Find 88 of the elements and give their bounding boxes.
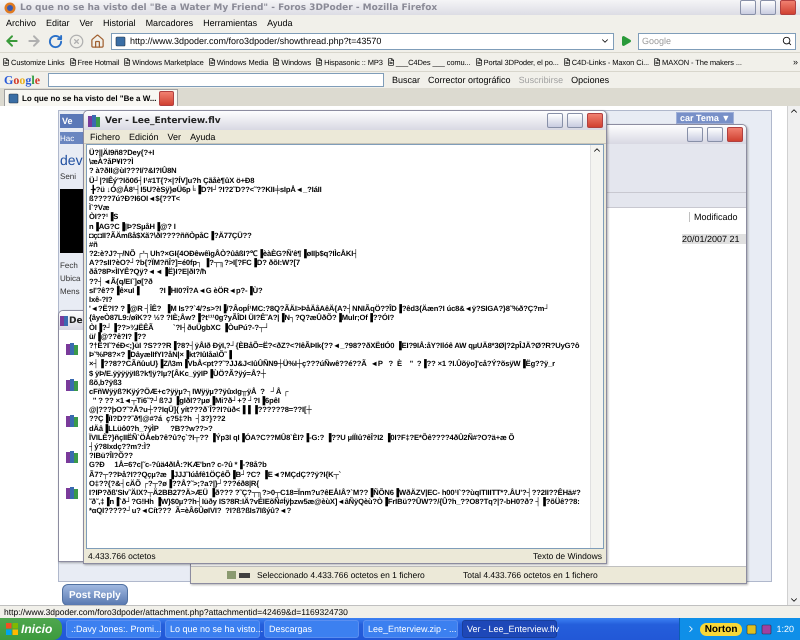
- user-title: Seni: [60, 172, 78, 181]
- archive-maximize-button[interactable]: [707, 127, 723, 142]
- column-header[interactable]: Modificado: [689, 212, 746, 222]
- taskbar-button[interactable]: Lee_Enterview.zip - ...: [363, 620, 458, 638]
- tray-icon: [761, 624, 772, 634]
- toolbar-button[interactable]: Opciones: [571, 75, 610, 85]
- forum-header: Ve: [60, 114, 84, 128]
- page-icon: [123, 58, 132, 66]
- books-icon: [87, 114, 101, 128]
- viewer-minimize-button[interactable]: [547, 113, 563, 128]
- norton-badge[interactable]: Norton: [700, 622, 742, 636]
- taskbar-button[interactable]: Lo que no se ha visto...: [165, 620, 260, 638]
- page-icon: [386, 58, 395, 66]
- status-text: Seleccionado 4.433.766 octetos en 1 fichero: [257, 570, 426, 580]
- browser-minimize-button[interactable]: [740, 0, 756, 15]
- taskbar-button[interactable]: .:Davy Jones:. Promi...: [66, 620, 161, 638]
- page-icon: [315, 58, 324, 66]
- globe-icon: [4, 2, 16, 14]
- menu-item[interactable]: Ver: [80, 18, 94, 28]
- google-search-field[interactable]: [48, 73, 384, 87]
- archive-minimize-button[interactable]: [687, 127, 703, 142]
- stop-icon[interactable]: [69, 34, 84, 48]
- avatar-placeholder: [60, 189, 84, 253]
- window-title: Ver - Lee_Enterview.flv: [105, 116, 221, 126]
- home-icon[interactable]: [90, 34, 105, 48]
- forum-subheader: Hac: [60, 132, 84, 144]
- menu-item[interactable]: Marcadores: [146, 18, 194, 28]
- page-icon: [562, 58, 571, 66]
- reload-icon[interactable]: [48, 34, 63, 48]
- search-field[interactable]: Google: [638, 32, 796, 50]
- info-label: Fech: [60, 261, 79, 270]
- viewer-close-button[interactable]: [587, 113, 603, 128]
- bookmarks-overflow[interactable]: »: [792, 57, 798, 67]
- toolbar-button[interactable]: Corrector ortográfico: [428, 75, 511, 85]
- taskbar-button[interactable]: Descargas: [264, 620, 359, 638]
- books-icon: [65, 486, 79, 500]
- page-icon: [474, 58, 483, 66]
- books-icon: [65, 378, 79, 392]
- info-label: Ubica: [60, 274, 82, 283]
- page-icon: [115, 36, 126, 46]
- google-logo: Google: [4, 72, 40, 88]
- browser-maximize-button[interactable]: [760, 0, 776, 15]
- forward-icon[interactable]: [26, 33, 42, 49]
- menu-item[interactable]: Historial: [103, 18, 136, 28]
- toolbar-button[interactable]: Buscar: [392, 75, 420, 85]
- table-cell: 20/01/2007 21: [682, 234, 746, 244]
- browser-close-button[interactable]: [780, 0, 796, 15]
- tray-icon: [746, 624, 758, 634]
- books-icon: [65, 450, 79, 464]
- drive-icon: [227, 570, 251, 580]
- page-icon: [653, 58, 662, 66]
- window-title: De: [69, 316, 83, 326]
- window-title: Lo que no se ha visto del "Be a Water My Friend" - Foros 3DPoder - Mozilla Firefox: [20, 2, 438, 12]
- browser-tab[interactable]: Lo que no se ha visto del "Be a W...: [4, 89, 178, 106]
- archive-close-button[interactable]: [727, 127, 743, 142]
- page-icon: [8, 92, 19, 104]
- status-text: http://www.3dpoder.com/foro3dpoder/attachment.php?attachmentid=42469&d=1169324730: [4, 607, 348, 617]
- menu-item[interactable]: Edición: [129, 132, 159, 142]
- tab-close-button[interactable]: [159, 90, 174, 106]
- books-icon: [65, 342, 79, 356]
- menu-item[interactable]: Ayuda: [267, 18, 292, 28]
- status-text: Texto de Windows: [533, 551, 602, 561]
- menu-item[interactable]: Ayuda: [190, 132, 216, 142]
- page-icon: [2, 58, 10, 66]
- menu-item[interactable]: Ver: [168, 132, 182, 142]
- status-text: 4.433.766 octetos: [88, 551, 156, 561]
- windows-logo-icon: [6, 623, 18, 635]
- back-icon[interactable]: [4, 33, 20, 49]
- books-icon: [65, 414, 79, 428]
- info-label: Mens: [60, 287, 81, 296]
- page-icon: [208, 58, 216, 66]
- scrollbar[interactable]: [787, 106, 800, 605]
- scrollbar[interactable]: [590, 145, 603, 548]
- menu-item[interactable]: Herramientas: [203, 18, 258, 28]
- viewer-maximize-button[interactable]: [567, 113, 583, 128]
- menu-item[interactable]: Archivo: [6, 18, 36, 28]
- menu-item[interactable]: Editar: [46, 18, 70, 28]
- address-field[interactable]: http://www.3dpoder.com/foro3dpoder/showthread.php?t=43570: [111, 32, 614, 50]
- page-icon: [68, 58, 77, 66]
- books-icon: [60, 316, 68, 326]
- page-icon: [272, 58, 280, 66]
- clock: 1:20: [776, 624, 794, 634]
- menu-item[interactable]: Fichero: [90, 132, 120, 142]
- status-text: Total 4.433.766 octetos en 1 fichero: [463, 570, 599, 580]
- user-link[interactable]: dev: [60, 152, 84, 168]
- search-icon[interactable]: [782, 36, 792, 46]
- go-icon[interactable]: [620, 35, 632, 47]
- taskbar-button[interactable]: Ver - Lee_Enterview.flv: [462, 620, 557, 638]
